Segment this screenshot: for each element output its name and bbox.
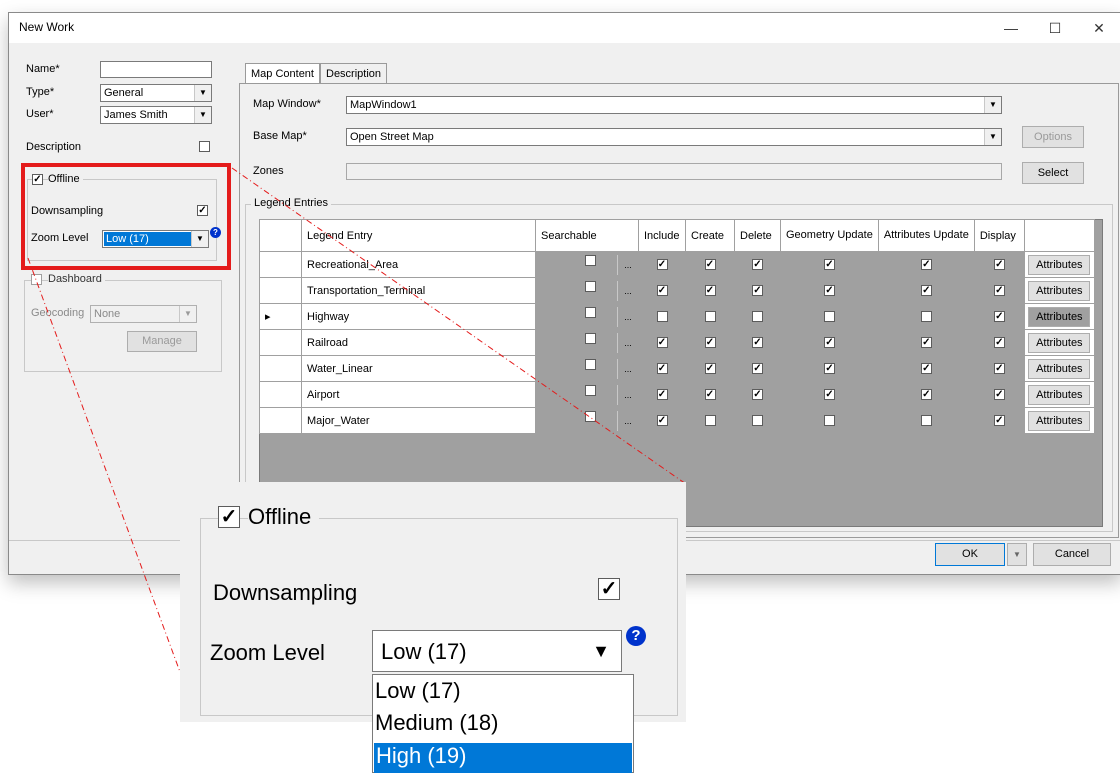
zoom-level-value-large: Low (17) [381,639,467,664]
zoom-level-select-large[interactable]: Low (17) ▼ [372,630,622,672]
zoom-downsampling-label: Downsampling [213,580,358,605]
help-icon[interactable]: ? [626,626,646,646]
option-medium[interactable]: Medium (18) [375,710,498,736]
connector-line-bottom [27,257,181,673]
zoom-level-label-large: Zoom Level [210,640,325,665]
zoom-downsampling-checkbox[interactable]: ✓ [598,578,620,600]
chevron-down-icon: ▼ [592,641,610,661]
zoom-offline-label: Offline [248,504,320,530]
zoom-level-dropdown-list: Low (17) Medium (18) High (19) [372,674,634,773]
zoom-offline-checkbox[interactable]: ✓ [218,506,240,528]
option-low[interactable]: Low (17) [375,678,461,704]
connector-line-top [231,167,687,485]
option-high[interactable]: High (19) [374,743,632,773]
